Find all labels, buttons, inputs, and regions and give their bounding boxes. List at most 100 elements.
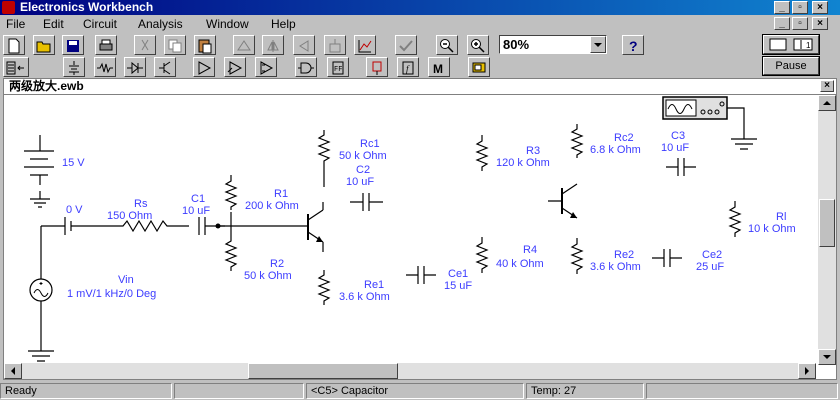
horizontal-scrollbar[interactable] [4,363,816,379]
transistor-q1[interactable] [298,202,324,252]
battery-15v[interactable] [24,135,54,185]
zoom-select[interactable]: 80% [499,35,607,54]
menu-bar: File Edit Circuit Analysis Window Help _… [0,15,840,33]
instruments-icon[interactable] [468,57,490,77]
ac-source-vin[interactable] [29,226,53,351]
doc-close-button[interactable]: × [812,17,828,30]
transistors-icon[interactable] [154,57,176,77]
c1-value: 10 uF [182,205,210,217]
resistor-rl[interactable] [728,201,742,237]
resistor-re2[interactable] [570,238,584,274]
ce2-name: Ce2 [702,249,722,261]
svg-text:f: f [406,64,410,74]
zoom-in-icon[interactable] [467,35,489,55]
re1-name: Re1 [364,279,384,291]
digital-ics-icon[interactable] [255,57,277,77]
menu-edit[interactable]: Edit [43,16,64,32]
scroll-right-icon[interactable] [798,363,816,379]
help-icon[interactable]: ? [622,35,644,55]
title-bar: Electronics Workbench _ ▫ × [0,0,840,15]
menu-file[interactable]: File [6,16,25,32]
resistor-rc2[interactable] [570,124,584,158]
cut-icon[interactable] [134,35,156,55]
print-icon[interactable] [95,35,117,55]
open-icon[interactable] [33,35,55,55]
resistor-rc1[interactable] [317,130,331,187]
pause-button[interactable]: Pause [763,57,819,75]
r3-name: R3 [526,145,540,157]
resistor-r1[interactable] [224,175,238,226]
graph-icon[interactable] [354,35,376,55]
resistor-r4[interactable] [475,237,489,273]
controls-icon[interactable]: f [397,57,419,77]
chevron-down-icon[interactable] [590,36,606,53]
rotate-icon[interactable] [233,35,255,55]
circuit-canvas[interactable]: 15 V Vin 1 mV/1 kHz/0 Deg 0 V Rs 150 Ohm… [4,95,816,365]
flip-horizontal-icon[interactable] [262,35,284,55]
paste-icon[interactable] [194,35,216,55]
circuit-document-window: 两级放大.ewb × 15 V Vin 1 mV/1 kHz/0 Deg 0 V… [3,78,837,380]
c3-value: 10 uF [661,142,689,154]
resistor-r3[interactable] [475,135,489,171]
indicators-icon[interactable] [366,57,388,77]
logic-gates-icon[interactable] [295,57,317,77]
save-icon[interactable] [62,35,84,55]
menu-help[interactable]: Help [271,16,296,32]
document-close-icon[interactable]: × [820,80,834,92]
battery-0v[interactable] [41,217,93,235]
r1-value: 200 k Ohm [245,200,299,212]
miscellaneous-icon[interactable]: M [428,57,450,77]
status-bar: Ready <C5> Capacitor Temp: 27 [0,382,840,400]
rl-name: Rl [776,211,786,223]
doc-restore-button[interactable]: ▫ [792,17,808,30]
menu-analysis[interactable]: Analysis [138,16,183,32]
digital-icon[interactable]: FF [327,57,349,77]
zoom-out-icon[interactable] [436,35,458,55]
menu-window[interactable]: Window [206,16,249,32]
vertical-scroll-thumb[interactable] [819,199,835,247]
diodes-icon[interactable] [124,57,146,77]
parts-bin-toggle-icon[interactable] [3,57,29,77]
re2-name: Re2 [614,249,634,261]
power-switch[interactable]: 1 [763,35,819,54]
app-icon [2,1,15,14]
scroll-down-icon[interactable] [818,349,836,365]
analog-ics-icon[interactable] [193,57,215,77]
parts-bin-toolbar: FF f M [0,57,760,77]
copy-icon[interactable] [164,35,186,55]
ce2-value: 25 uF [696,261,724,273]
ce1-name: Ce1 [448,268,468,280]
new-icon[interactable] [3,35,25,55]
c3-name: C3 [671,130,685,142]
subcircuit-icon[interactable] [324,35,346,55]
ce1-value: 15 uF [444,280,472,292]
resistor-rs[interactable] [93,219,189,233]
svg-text:M: M [433,62,443,76]
document-title: 两级放大.ewb [9,79,84,93]
close-button[interactable]: × [812,1,828,14]
mixed-ics-icon[interactable] [224,57,246,77]
maximize-button[interactable]: ▫ [792,1,808,14]
svg-text:1: 1 [806,41,811,50]
vertical-scrollbar[interactable] [818,95,836,365]
component-properties-icon[interactable] [395,35,417,55]
basic-icon[interactable] [94,57,116,77]
sources-icon[interactable] [63,57,85,77]
window-title: Electronics Workbench [20,0,154,14]
capacitor-c3[interactable] [666,158,696,176]
capacitor-ce1[interactable] [406,266,436,284]
status-empty [174,383,304,399]
capacitor-ce2[interactable] [652,249,682,267]
scroll-left-icon[interactable] [4,363,22,379]
resistor-re1[interactable] [317,270,331,305]
minimize-button[interactable]: _ [774,1,790,14]
c2-value: 10 uF [346,176,374,188]
resistor-r2[interactable] [224,226,238,271]
menu-circuit[interactable]: Circuit [83,16,117,32]
transistor-q2[interactable] [548,183,578,219]
capacitor-c2[interactable] [350,193,383,211]
scroll-up-icon[interactable] [818,95,836,111]
doc-minimize-button[interactable]: _ [774,17,790,30]
horizontal-scroll-thumb[interactable] [248,363,398,379]
flip-vertical-icon[interactable] [293,35,315,55]
